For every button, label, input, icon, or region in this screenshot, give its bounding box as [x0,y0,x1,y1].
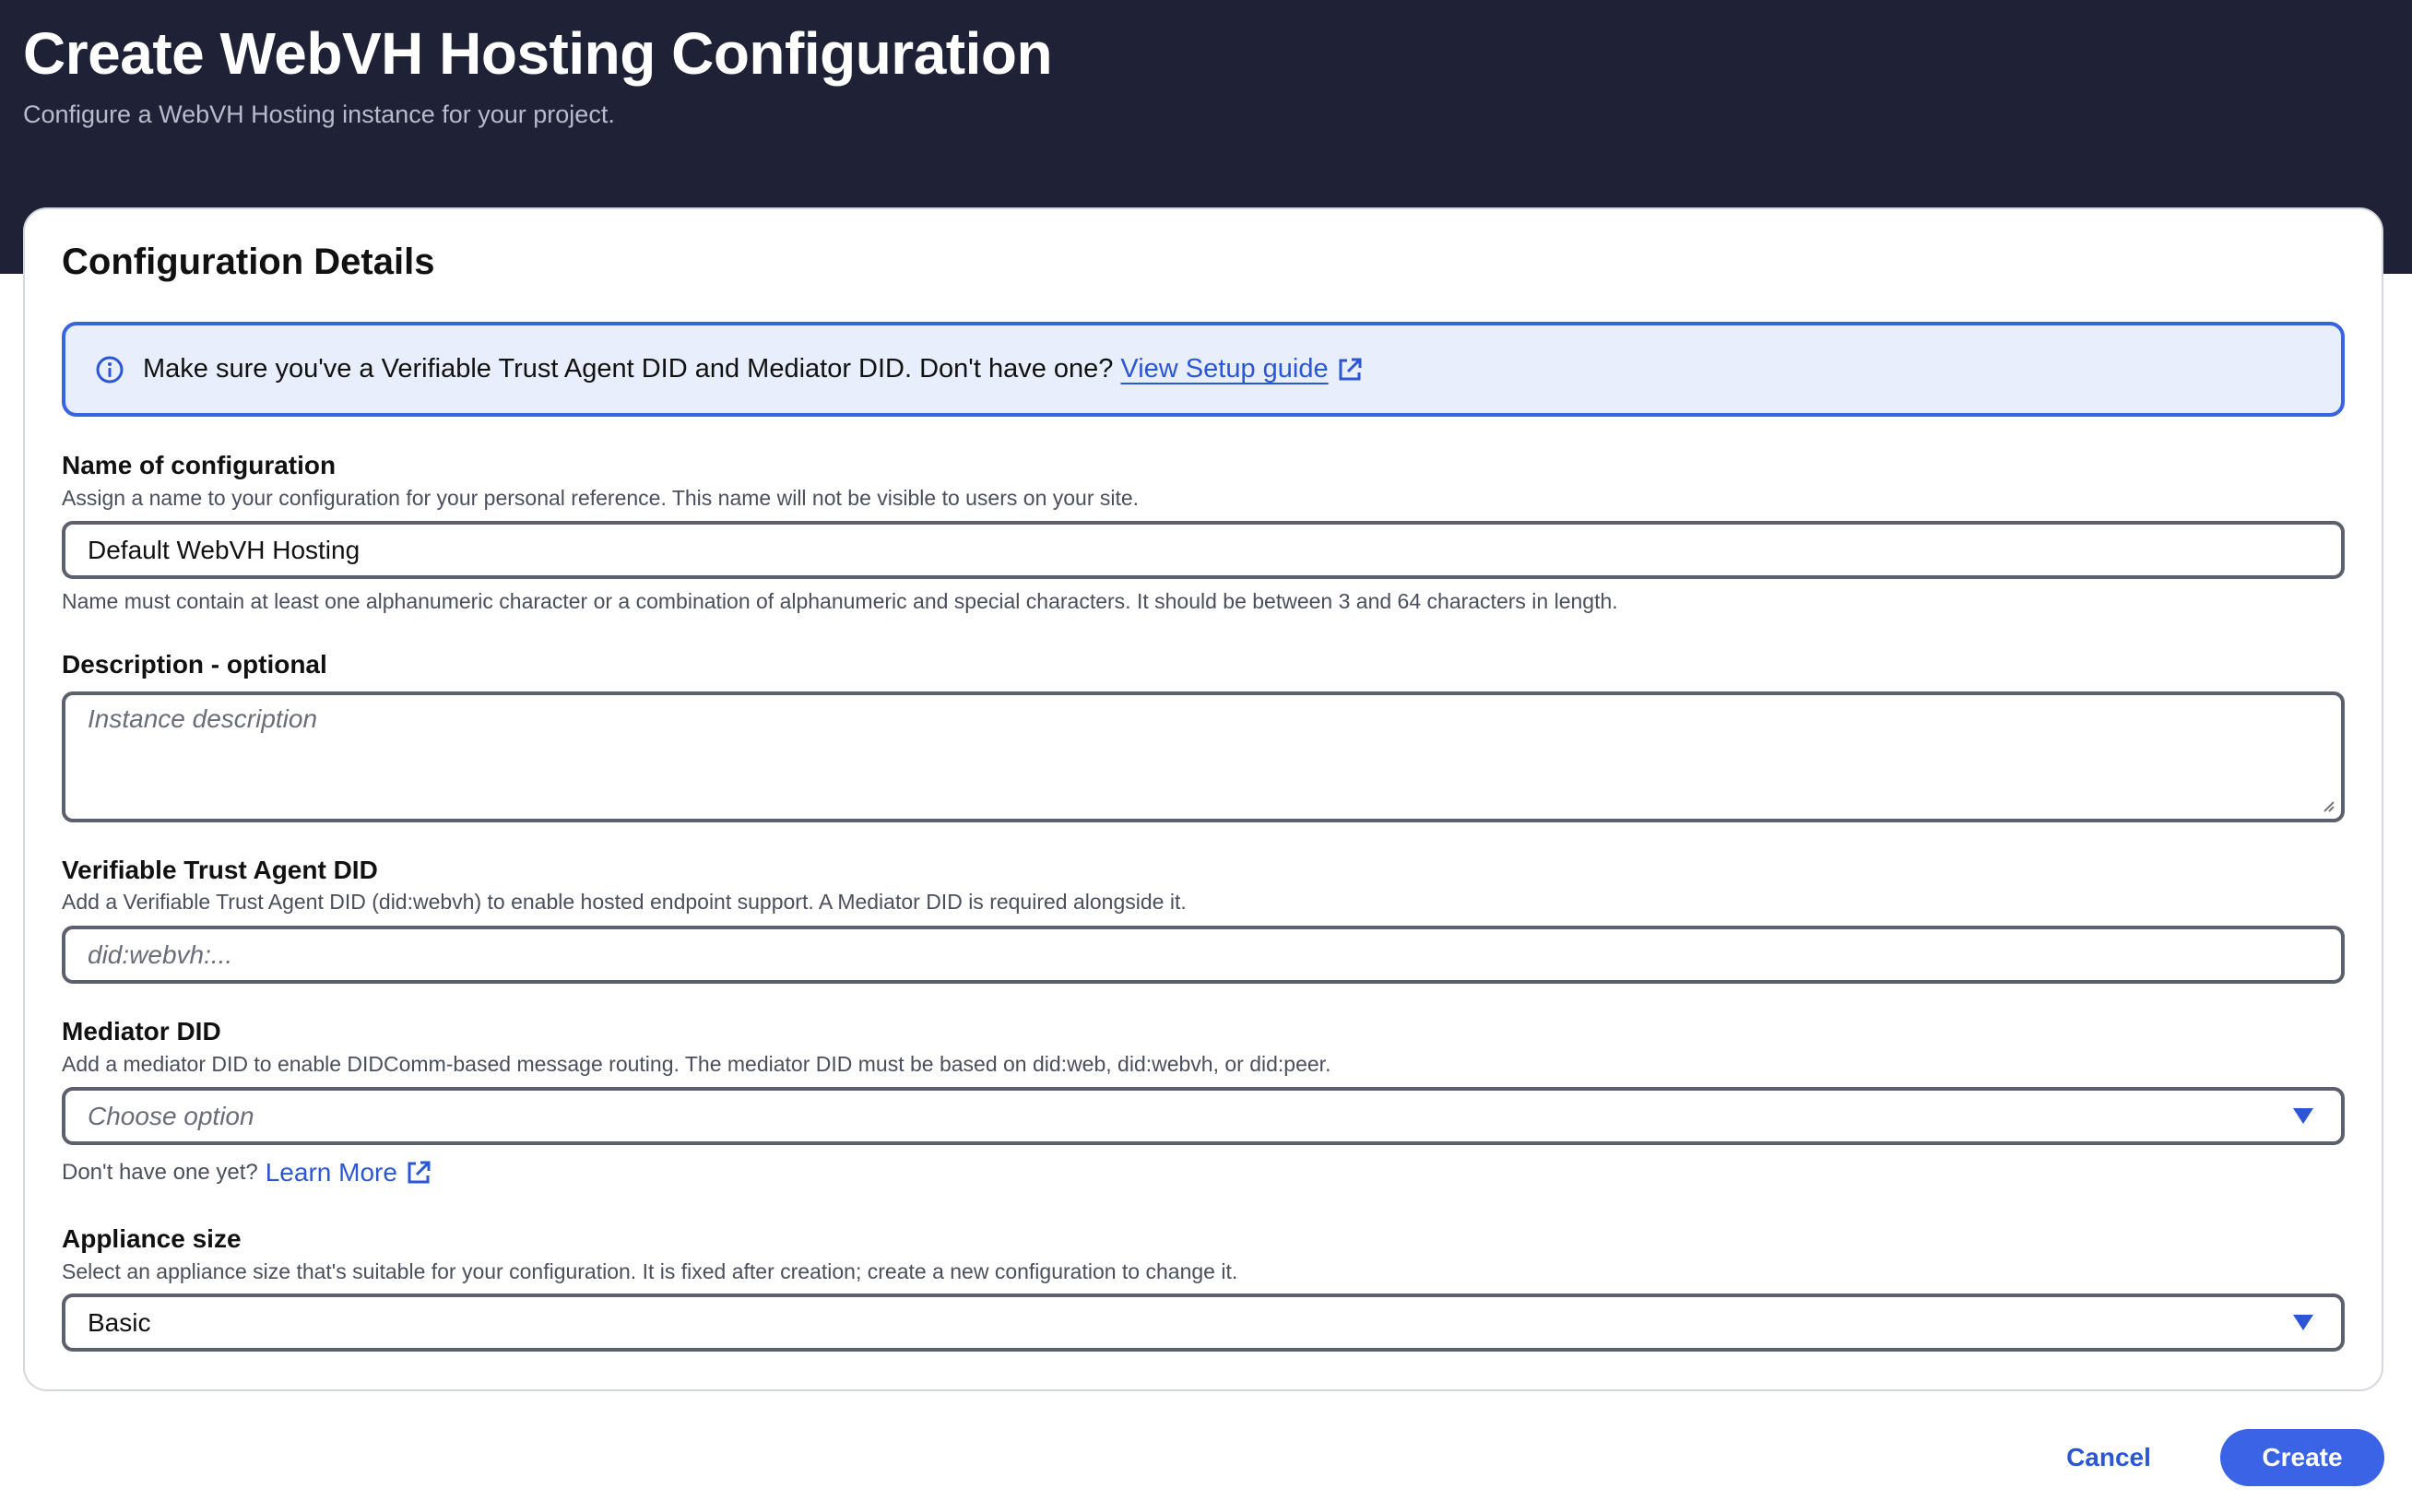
description-textarea[interactable]: Instance description [62,691,2345,822]
mediator-footer-text: Don't have one yet? [62,1160,258,1185]
page-title: Create WebVH Hosting Configuration [23,20,1053,87]
name-label: Name of configuration [62,451,337,479]
mediator-placeholder: Choose option [88,1101,254,1130]
resize-grip-icon[interactable] [2319,797,2335,813]
cancel-button[interactable]: Cancel [2047,1429,2170,1486]
info-banner-text: Make sure you've a Verifiable Trust Agen… [143,354,1114,384]
trust-agent-label: Verifiable Trust Agent DID [62,856,378,884]
trust-agent-help: Add a Verifiable Trust Agent DID (did:we… [62,890,1187,914]
mediator-label: Mediator DID [62,1017,221,1045]
card-title: Configuration Details [62,242,435,282]
trust-agent-placeholder: did:webvh:... [88,939,233,969]
page-subtitle: Configure a WebVH Hosting instance for y… [23,100,615,128]
trust-agent-input[interactable]: did:webvh:... [62,926,2345,984]
appliance-value: Basic [88,1307,151,1337]
description-placeholder: Instance description [88,704,318,733]
chevron-down-icon [2293,1107,2313,1124]
mediator-footer: Don't have one yet? Learn More [62,1159,432,1187]
learn-more-link[interactable]: Learn More [266,1159,397,1187]
name-help: Assign a name to your configuration for … [62,486,1140,510]
appliance-select[interactable]: Basic [62,1293,2345,1352]
external-link-icon[interactable] [1336,356,1364,384]
name-hint: Name must contain at least one alphanume… [62,589,1618,613]
name-input[interactable]: Default WebVH Hosting [62,521,2345,579]
mediator-help: Add a mediator DID to enable DIDComm-bas… [62,1052,1331,1076]
appliance-label: Appliance size [62,1224,242,1253]
view-setup-guide-link[interactable]: View Setup guide [1120,354,1328,384]
external-link-icon[interactable] [405,1159,432,1187]
appliance-help: Select an appliance size that's suitable… [62,1259,1238,1283]
configuration-card: Configuration Details Make sure you've a… [23,207,2383,1391]
create-button[interactable]: Create [2220,1429,2384,1486]
mediator-select[interactable]: Choose option [62,1087,2345,1145]
chevron-down-icon [2293,1314,2313,1330]
name-input-value: Default WebVH Hosting [88,535,361,564]
description-label: Description - optional [62,650,327,679]
info-banner: Make sure you've a Verifiable Trust Agen… [62,322,2345,417]
info-icon [96,356,124,383]
